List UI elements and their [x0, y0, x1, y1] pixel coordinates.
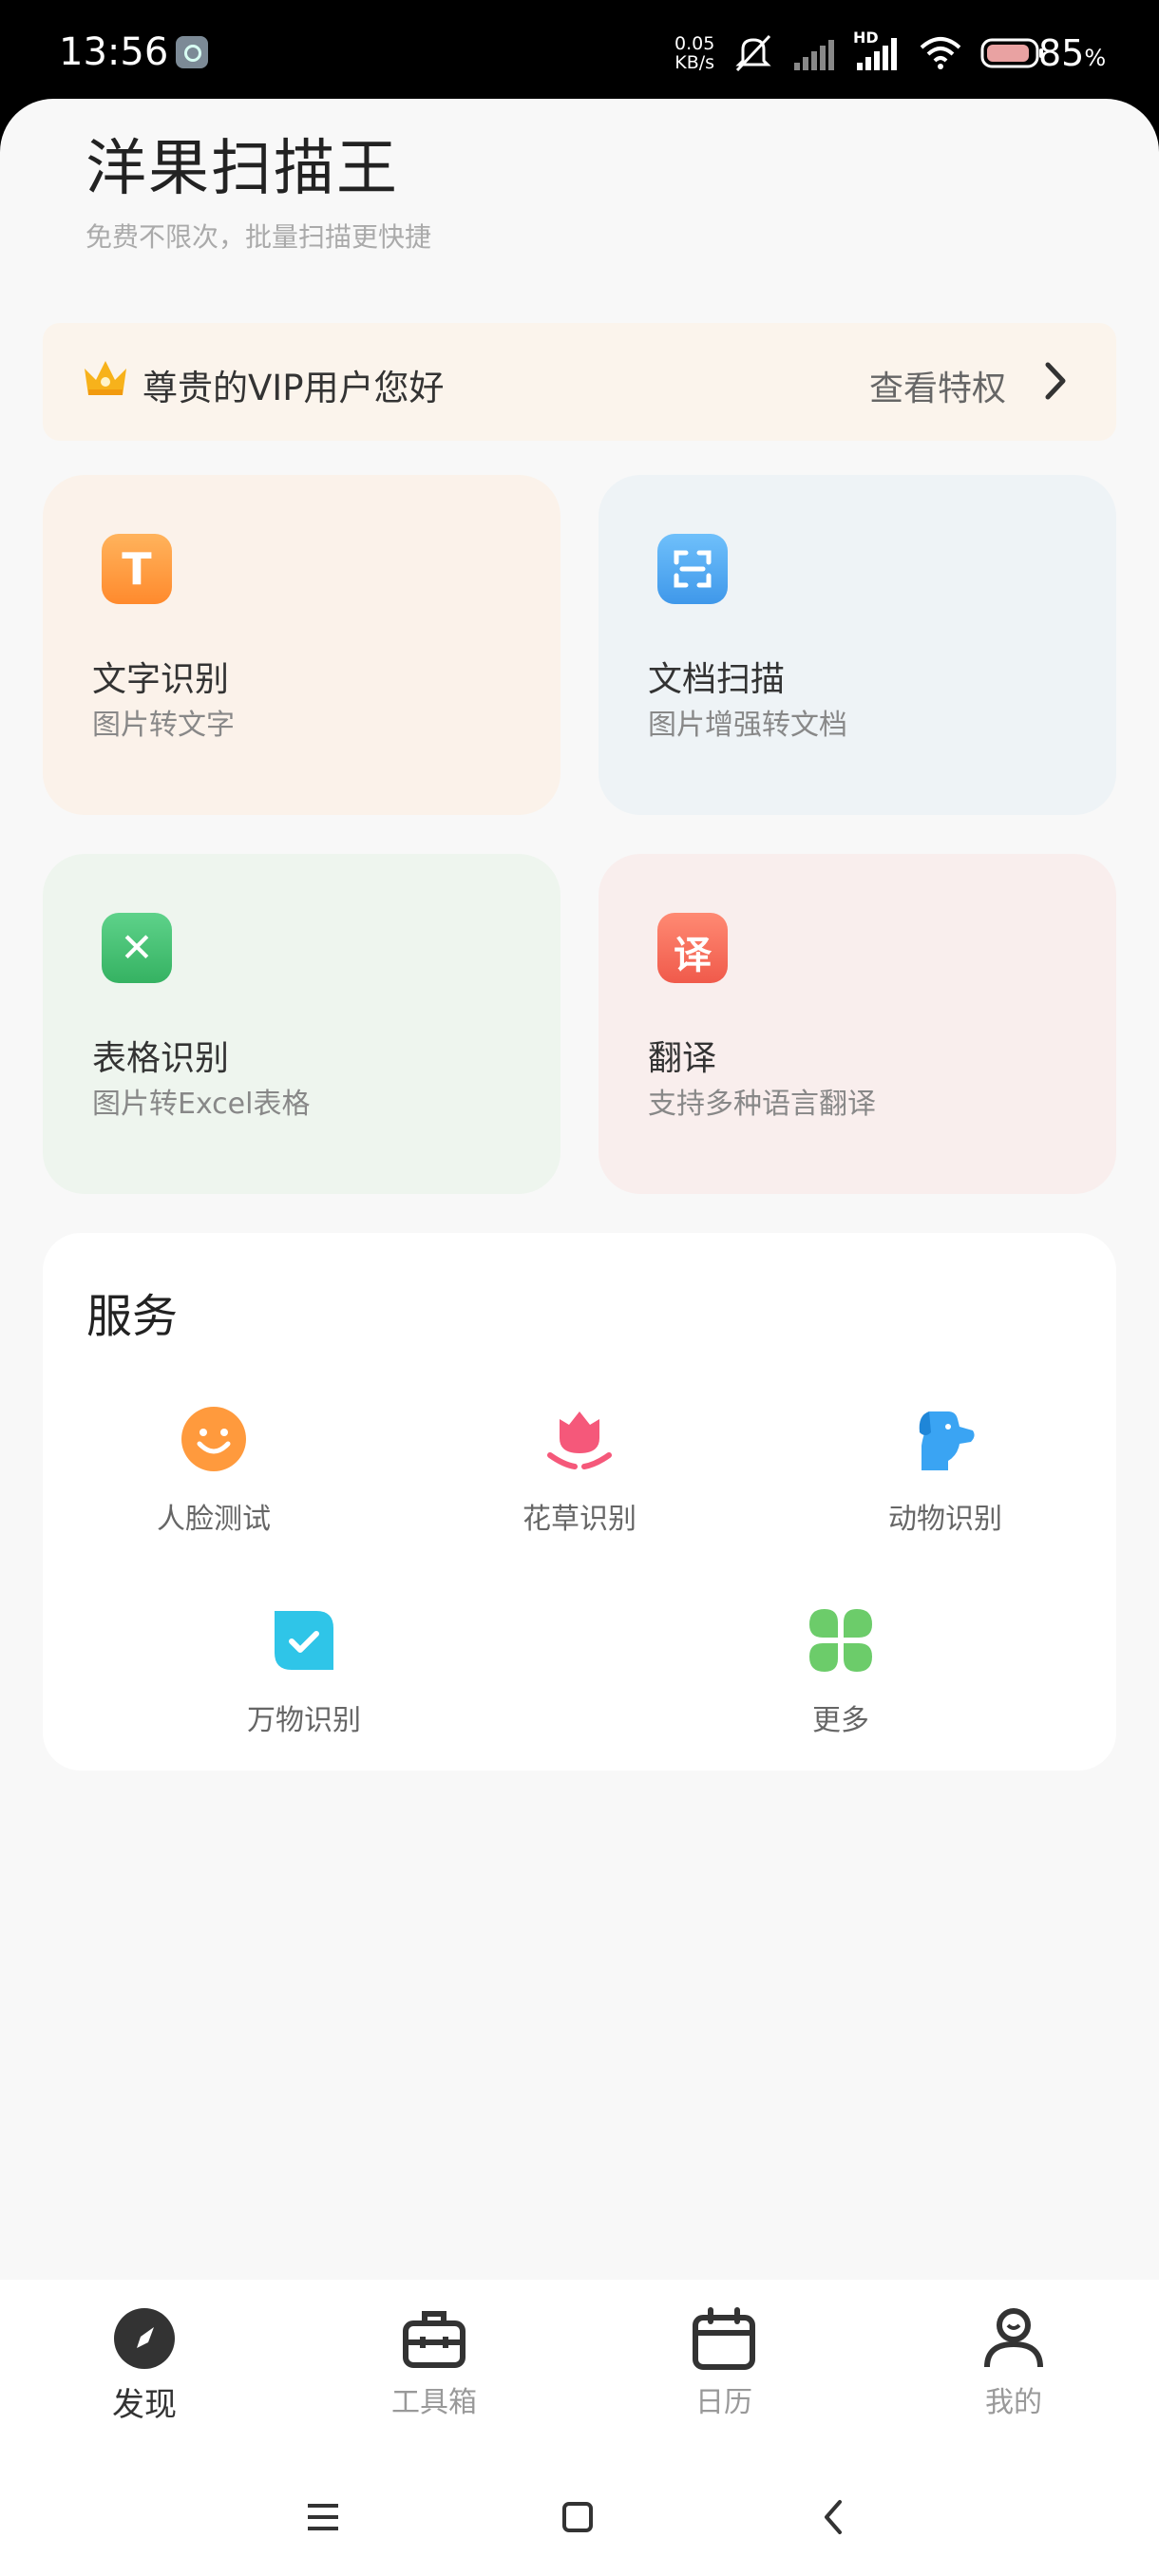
- dog-icon: [919, 1411, 975, 1470]
- feature-card-table-recognition[interactable]: ✕ 表格识别 图片转Excel表格: [43, 854, 560, 1194]
- feature-title: 文档扫描: [648, 660, 786, 699]
- user-icon: [984, 2308, 1043, 2368]
- feature-subtitle: 图片转Excel表格: [92, 1088, 311, 1121]
- menu-icon[interactable]: [294, 2489, 352, 2546]
- signal-bars-hd-icon: [857, 38, 897, 70]
- feature-card-translate[interactable]: 译 翻译 支持多种语言翻译: [598, 854, 1116, 1194]
- feature-title: 翻译: [648, 1039, 717, 1078]
- translate-icon: 译: [657, 913, 728, 983]
- feature-subtitle: 图片转文字: [92, 709, 235, 742]
- home-square-icon[interactable]: [549, 2489, 606, 2546]
- tab-profile[interactable]: 我的: [919, 2304, 1109, 2420]
- back-chevron-icon[interactable]: [806, 2489, 863, 2546]
- text-recognition-icon: T: [102, 534, 172, 604]
- service-label: 花草识别: [522, 1503, 636, 1536]
- bottom-tab-bar: 发现 工具箱 日历 我的: [0, 2280, 1159, 2576]
- battery-percent: 85%: [1038, 32, 1106, 74]
- battery-percent-value: 85: [1038, 32, 1085, 74]
- tab-label: 我的: [985, 2386, 1042, 2419]
- tab-label: 发现: [112, 2386, 177, 2424]
- mute-bell-icon: [735, 34, 771, 72]
- toolbox-icon: [403, 2311, 466, 2368]
- feature-subtitle: 支持多种语言翻译: [648, 1088, 876, 1121]
- status-time: 13:56: [59, 30, 169, 74]
- battery-icon: [980, 38, 1043, 68]
- service-label: 更多: [812, 1704, 869, 1737]
- smiley-face-icon: [181, 1407, 246, 1471]
- services-panel: 服务 人脸测试 花草识别 动物识别 万物识别 更多: [43, 1233, 1116, 1771]
- text-recognition-glyph: T: [122, 543, 152, 595]
- service-object-recognition[interactable]: 万物识别: [209, 1605, 399, 1738]
- service-animal-recognition[interactable]: 动物识别: [850, 1404, 1040, 1537]
- feature-subtitle: 图片增强转文档: [648, 709, 847, 742]
- vip-banner[interactable]: 尊贵的VIP用户您好 查看特权: [43, 323, 1116, 441]
- tab-toolbox[interactable]: 工具箱: [339, 2304, 529, 2420]
- document-scan-icon: [657, 534, 728, 604]
- app-notification-icon: [176, 36, 208, 68]
- wifi-icon: [920, 37, 961, 69]
- clover-icon: [809, 1609, 872, 1672]
- service-more[interactable]: 更多: [746, 1605, 936, 1738]
- app-title: 洋果扫描王: [86, 134, 399, 204]
- tab-label: 工具箱: [391, 2386, 477, 2419]
- network-speed-value: 0.05: [674, 33, 715, 54]
- service-label: 动物识别: [888, 1503, 1002, 1536]
- tab-calendar[interactable]: 日历: [629, 2304, 819, 2420]
- table-recognition-icon: ✕: [102, 913, 172, 983]
- tab-discover[interactable]: 发现: [49, 2304, 239, 2425]
- table-recognition-glyph: ✕: [120, 924, 154, 971]
- crown-icon: [85, 361, 126, 395]
- feature-card-document-scan[interactable]: 文档扫描 图片增强转文档: [598, 475, 1116, 815]
- tulip-icon: [547, 1411, 612, 1469]
- compass-icon: [114, 2308, 175, 2369]
- feature-title: 表格识别: [92, 1039, 230, 1078]
- signal-bars-icon: [794, 40, 834, 70]
- service-label: 万物识别: [247, 1704, 361, 1737]
- calendar-icon: [693, 2307, 755, 2370]
- service-plant-recognition[interactable]: 花草识别: [484, 1404, 674, 1537]
- services-title: 服务: [86, 1290, 179, 1343]
- battery-percent-unit: %: [1084, 45, 1107, 71]
- chevron-right-icon[interactable]: [1038, 359, 1073, 403]
- check-bubble-icon: [275, 1611, 333, 1670]
- app-subtitle: 免费不限次，批量扫描更快捷: [86, 221, 432, 253]
- service-label: 人脸测试: [157, 1503, 271, 1536]
- feature-title: 文字识别: [92, 660, 230, 699]
- view-privileges-link[interactable]: 查看特权: [869, 361, 1006, 410]
- hd-signal: HD: [853, 28, 901, 74]
- network-speed-unit: KB/s: [674, 52, 715, 73]
- network-speed: 0.05 KB/s: [674, 34, 714, 72]
- status-bar: 13:56 0.05 KB/s HD 85%: [0, 0, 1159, 99]
- translate-glyph: 译: [674, 934, 712, 977]
- app-screen: 洋果扫描王 免费不限次，批量扫描更快捷 尊贵的VIP用户您好 查看特权 T 文字…: [0, 99, 1159, 2576]
- feature-card-text-recognition[interactable]: T 文字识别 图片转文字: [43, 475, 560, 815]
- tab-label: 日历: [695, 2386, 752, 2419]
- vip-greeting: 尊贵的VIP用户您好: [142, 368, 445, 408]
- service-face-test[interactable]: 人脸测试: [119, 1404, 309, 1537]
